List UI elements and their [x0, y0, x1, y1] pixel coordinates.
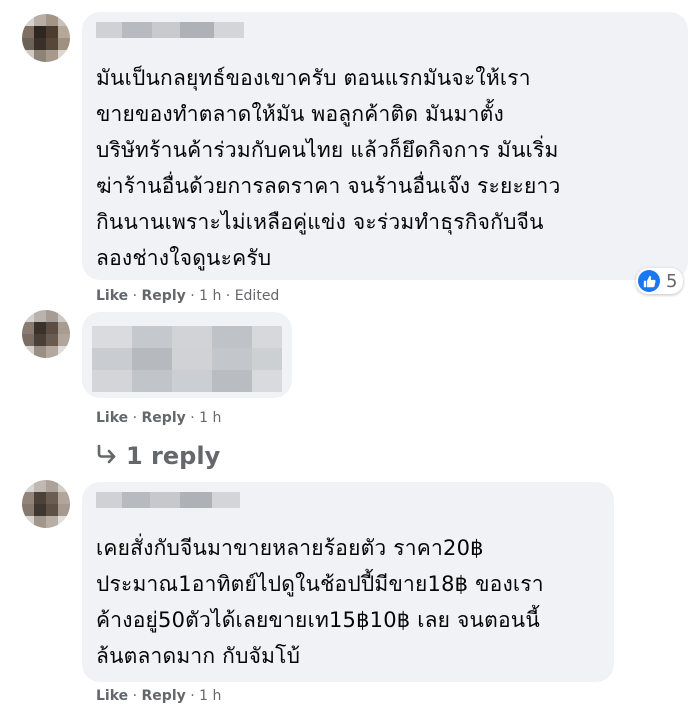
- like-link[interactable]: Like: [96, 688, 128, 704]
- comment-actions: Like · Reply · 1 h: [96, 688, 221, 704]
- comment-text: เคยสั่งกับจีนมาขายหลายร้อยตัว ราคา20฿ ปร…: [96, 536, 544, 668]
- comment-actions: Like · Reply · 1 h: [96, 410, 221, 426]
- author-name-blurred[interactable]: [96, 22, 244, 38]
- avatar[interactable]: [22, 310, 70, 358]
- timestamp[interactable]: 1 h: [199, 688, 221, 704]
- separator: ·: [185, 688, 200, 704]
- reply-link[interactable]: Reply: [142, 410, 186, 426]
- view-replies-label: 1 reply: [126, 442, 221, 470]
- avatar[interactable]: [22, 480, 70, 528]
- separator: ·: [128, 288, 142, 304]
- thumbs-up-icon: [638, 270, 660, 292]
- separator: ·: [221, 288, 235, 304]
- reaction-count-label: 5: [666, 270, 678, 292]
- timestamp[interactable]: 1 h: [199, 288, 221, 304]
- timestamp[interactable]: 1 h: [199, 410, 221, 426]
- comment-bubble-blurred: [82, 312, 292, 398]
- like-link[interactable]: Like: [96, 410, 128, 426]
- reply-link[interactable]: Reply: [142, 288, 186, 304]
- like-link[interactable]: Like: [96, 288, 128, 304]
- blurred-content: [82, 312, 292, 398]
- separator: ·: [128, 688, 142, 704]
- separator: ·: [185, 410, 200, 426]
- comment-actions: Like · Reply · 1 h · Edited: [96, 288, 279, 304]
- author-name-blurred[interactable]: [96, 492, 240, 508]
- comment-bubble: มันเป็นกลยุทธ์ของเขาครับ ตอนแรกมันจะให้เ…: [82, 12, 688, 280]
- edited-label: Edited: [234, 288, 280, 304]
- separator: ·: [128, 410, 142, 426]
- avatar[interactable]: [22, 14, 70, 62]
- reaction-count[interactable]: 5: [636, 268, 684, 294]
- view-replies-link[interactable]: 1 reply: [96, 442, 220, 470]
- comment-bubble: เคยสั่งกับจีนมาขายหลายร้อยตัว ราคา20฿ ปร…: [82, 482, 614, 682]
- separator: ·: [185, 288, 200, 304]
- reply-arrow-icon: [96, 442, 118, 470]
- comment-text: มันเป็นกลยุทธ์ของเขาครับ ตอนแรกมันจะให้เ…: [96, 66, 561, 270]
- reply-link[interactable]: Reply: [142, 688, 186, 704]
